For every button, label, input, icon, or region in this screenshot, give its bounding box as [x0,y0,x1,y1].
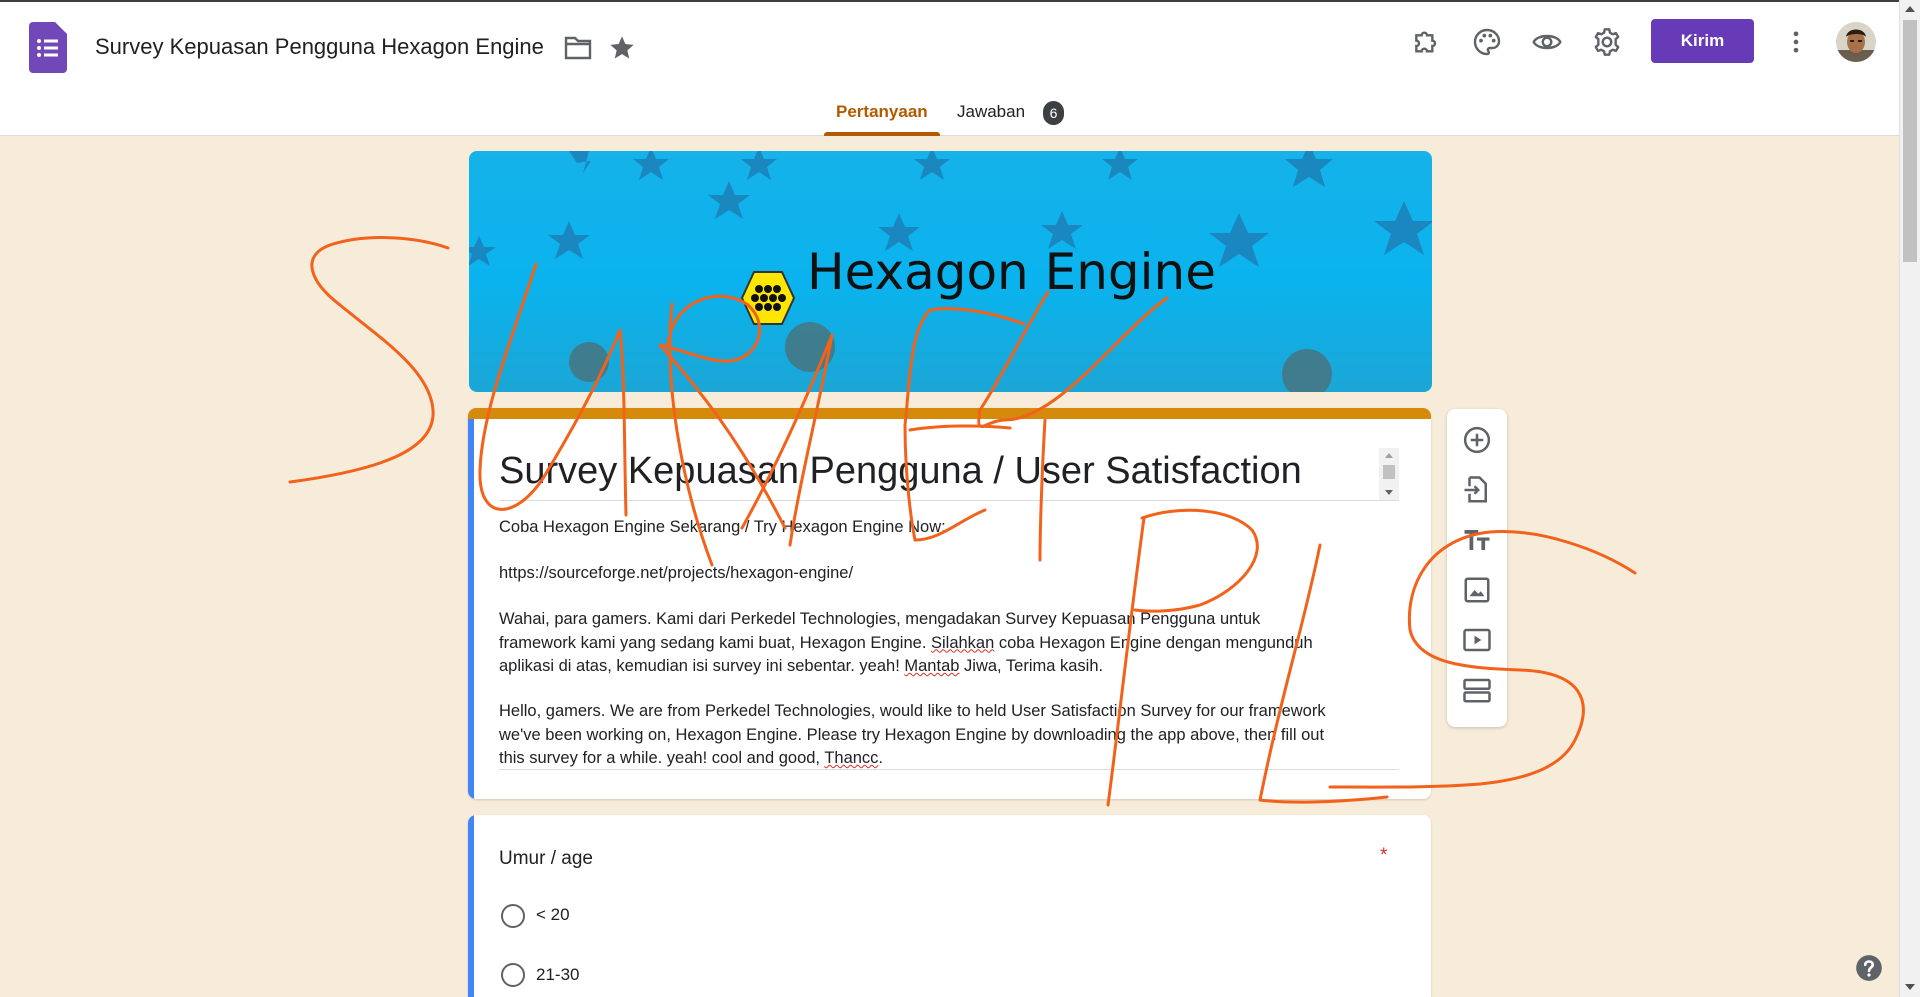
description-text: aplikasi di atas, kemudian isi survey in… [499,657,905,675]
required-asterisk: * [1380,845,1388,866]
description-text: Wahai, para gamers. Kami dari Perkedel T… [499,610,1261,628]
form-description-line[interactable]: Coba Hexagon Engine Sekarang / Try Hexag… [499,516,1409,540]
scrollbar-thumb[interactable] [1903,20,1917,262]
document-title[interactable]: Survey Kepuasan Pengguna Hexagon Engine [95,34,544,60]
description-text: Jiwa, Terima kasih. [959,657,1104,675]
add-video-icon[interactable] [1462,625,1492,655]
preview-eye-icon[interactable] [1531,26,1563,58]
avatar[interactable] [1836,22,1876,62]
description-field-underline [499,769,1399,770]
add-section-icon[interactable] [1462,675,1492,705]
import-questions-icon[interactable] [1462,475,1492,505]
more-vert-icon[interactable] [1782,28,1810,56]
description-text: framework kami yang sedang kami buat, He… [499,633,931,652]
question-card[interactable]: Umur / age * < 20 21-30 [468,815,1431,997]
spellcheck-word[interactable]: Mantab [904,657,959,675]
answers-count-badge: 6 [1043,101,1064,125]
scroll-down-arrow-icon[interactable] [1904,982,1916,992]
tab-questions[interactable]: Pertanyaan [836,102,928,122]
app-header: Survey Kepuasan Pengguna Hexagon Engine … [0,0,1899,136]
form-description-paragraph[interactable]: Hello, gamers. We are from Perkedel Tech… [499,700,1409,771]
radio-option[interactable] [501,904,525,928]
active-card-indicator [468,419,474,799]
help-icon[interactable] [1855,954,1883,982]
theme-color-strip [468,408,1431,419]
forms-logo-icon[interactable] [29,22,67,73]
description-text: coba Hexagon Engine dengan mengunduh [994,633,1313,652]
folder-icon[interactable] [563,35,593,61]
card-indicator [468,815,474,997]
description-text: this survey for a while. yeah! cool and … [499,749,825,767]
description-text: Hello, gamers. We are from Perkedel Tech… [499,702,1326,720]
form-title[interactable]: Survey Kepuasan Pengguna / User Satisfac… [499,450,1302,493]
add-question-icon[interactable] [1462,425,1492,455]
question-title[interactable]: Umur / age [499,848,593,870]
option-label[interactable]: 21-30 [536,965,579,985]
addon-puzzle-icon[interactable] [1411,26,1443,58]
form-header-card[interactable]: Survey Kepuasan Pengguna / User Satisfac… [468,408,1431,799]
radio-option[interactable] [501,963,525,987]
option-label[interactable]: < 20 [536,905,570,925]
form-description-link[interactable]: https://sourceforge.net/projects/hexagon… [499,562,1409,586]
form-description-paragraph[interactable]: Wahai, para gamers. Kami dari Perkedel T… [499,608,1409,679]
send-button[interactable]: Kirim [1651,19,1754,63]
palette-icon[interactable] [1471,26,1503,58]
title-field-underline [499,500,1399,501]
add-title-icon[interactable] [1462,525,1492,555]
tab-answers[interactable]: Jawaban [957,102,1025,122]
star-icon[interactable] [608,34,636,62]
description-text: we've been working on, Hexagon Engine. P… [499,725,1325,744]
active-tab-indicator [824,132,940,136]
banner-logo-text: Hexagon Engine [807,243,1216,301]
spellcheck-word[interactable]: Thancc [824,749,878,767]
settings-gear-icon[interactable] [1591,26,1623,58]
description-text: . [878,749,884,767]
add-image-icon[interactable] [1462,575,1492,605]
spellcheck-word[interactable]: Silahkan [931,634,994,652]
floating-toolbar [1447,409,1507,727]
scroll-up-arrow-icon[interactable] [1904,4,1916,14]
title-field-scrollbar[interactable] [1379,448,1399,500]
